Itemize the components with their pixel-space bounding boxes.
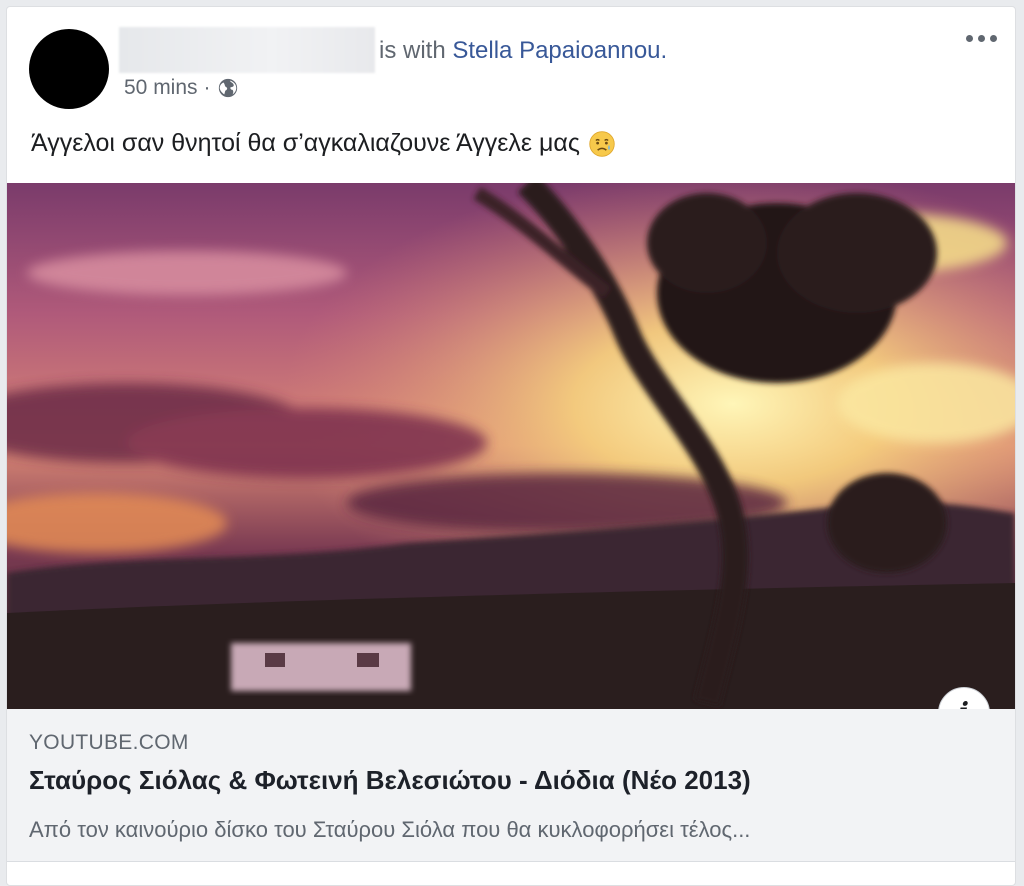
avatar[interactable] (29, 29, 109, 109)
post-text: Άγγελοι σαν θνητοί θα σ’αγκαλιαζουνε Άγγ… (31, 129, 616, 158)
globe-icon[interactable] (217, 77, 239, 99)
author-name-redacted[interactable] (119, 27, 375, 73)
link-domain: YOUTUBE.COM (29, 731, 189, 754)
dot-icon (978, 35, 985, 42)
post-header: is with Stella Papaioannou. (379, 37, 667, 65)
dot-icon (990, 35, 997, 42)
post-meta: 50 mins · (124, 76, 239, 100)
more-options-button[interactable] (966, 35, 997, 42)
dot-icon (966, 35, 973, 42)
link-thumbnail[interactable] (7, 183, 1015, 709)
tagged-user-link[interactable]: Stella Papaioannou. (452, 37, 667, 64)
sad-face-icon (589, 130, 615, 157)
sunset-image (7, 183, 1015, 709)
link-title[interactable]: Σταύρος Σιόλας & Φωτεινή Βελεσιώτου - Δι… (29, 765, 751, 796)
post-body: Άγγελοι σαν θνητοί θα σ’αγκαλιαζουνε Άγγ… (31, 129, 580, 157)
post-card: is with Stella Papaioannou. 50 mins · Άγ… (6, 6, 1016, 886)
timestamp[interactable]: 50 mins (124, 76, 198, 100)
with-text: is with (379, 37, 446, 64)
link-preview[interactable]: YOUTUBE.COM Σταύρος Σιόλας & Φωτεινή Βελ… (7, 709, 1015, 862)
separator: · (203, 76, 211, 99)
link-description: Από τον καινούριο δίσκο του Σταύρου Σιόλ… (29, 817, 751, 842)
